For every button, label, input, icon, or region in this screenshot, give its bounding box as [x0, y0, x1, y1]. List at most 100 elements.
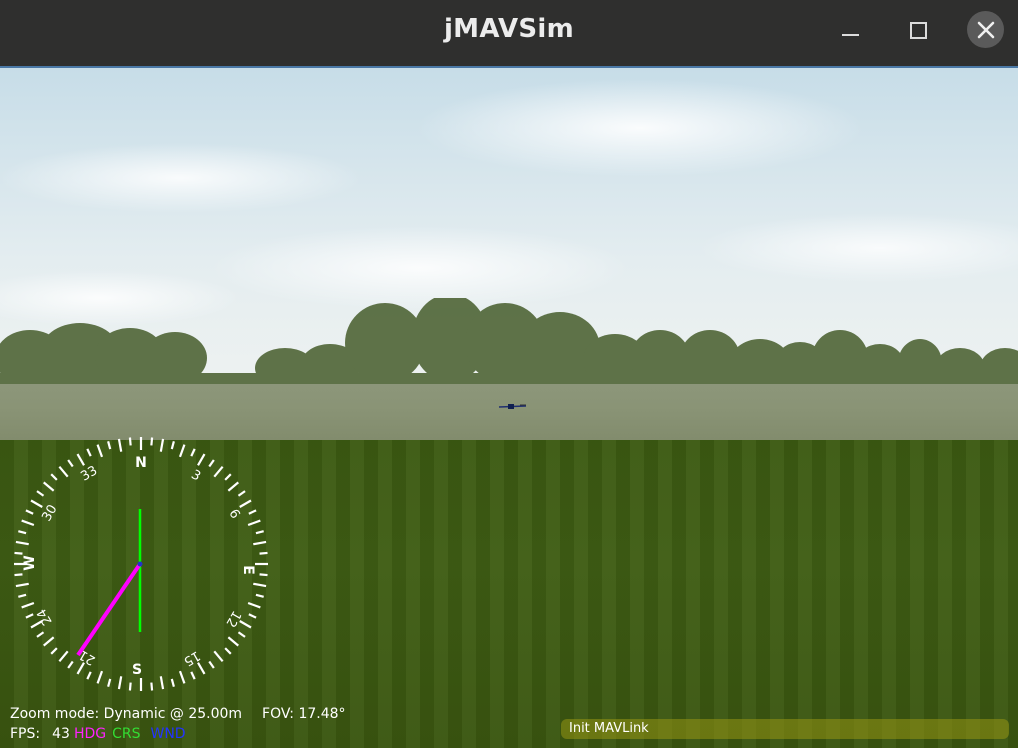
compass-tick [259, 573, 268, 577]
fov-text: FOV: 17.48° [262, 706, 346, 722]
compass-tick [150, 437, 154, 446]
compass-tick [227, 481, 239, 492]
compass-tick [96, 444, 104, 458]
compass-tick [50, 647, 58, 655]
compass: N E S W 3 6 12 15 21 24 30 33 [14, 437, 268, 691]
compass-12: 12 [222, 608, 243, 630]
tree-line [0, 298, 1018, 388]
compass-tick [170, 678, 175, 687]
heading-needle [76, 562, 142, 657]
zoom-mode-text: Zoom mode: Dynamic @ 25.00m [10, 706, 243, 722]
crs-legend: CRS [112, 726, 141, 742]
compass-tick [117, 438, 123, 452]
compass-tick [117, 676, 123, 690]
hud-zoom-line: Zoom mode: Dynamic @ 25.00m FOV: 17.48° [10, 706, 346, 722]
hud-fps-line: FPS: 43 HDG CRS WND [10, 726, 186, 742]
compass-tick [25, 613, 34, 619]
compass-tick [86, 671, 92, 680]
compass-tick [18, 530, 27, 535]
compass-tick [150, 682, 154, 691]
compass-tick [213, 466, 224, 478]
compass-tick [128, 682, 132, 691]
compass-tick [255, 530, 264, 535]
hdg-legend: HDG [73, 726, 107, 742]
compass-tick [43, 636, 55, 647]
compass-tick [21, 601, 35, 609]
compass-tick [14, 573, 23, 577]
status-message: Init MAVLink [561, 719, 1009, 739]
compass-30: 30 [39, 502, 60, 524]
compass-tick [159, 438, 165, 452]
compass-n: N [135, 455, 147, 471]
compass-tick [253, 582, 267, 588]
compass-tick [107, 678, 112, 687]
compass-3: 3 [188, 467, 203, 484]
compass-tick [43, 481, 55, 492]
compass-tick [253, 540, 267, 546]
compass-tick [237, 631, 246, 638]
compass-tick [76, 662, 85, 675]
far-field [0, 384, 1018, 440]
close-icon [977, 21, 994, 38]
compass-tick [67, 459, 74, 468]
fps-label: FPS: [10, 726, 41, 742]
compass-tick [197, 662, 206, 675]
compass-tick [36, 490, 45, 497]
compass-tick [255, 593, 264, 598]
compass-tick [190, 448, 196, 457]
compass-tick [224, 473, 232, 481]
compass-w: W [22, 555, 38, 570]
compass-tick [237, 490, 246, 497]
compass-s: S [132, 662, 142, 678]
compass-tick [58, 650, 69, 662]
compass-tick [248, 509, 257, 515]
compass-tick [247, 519, 261, 527]
compass-tick [224, 647, 232, 655]
compass-tick [247, 601, 261, 609]
compass-tick [76, 453, 85, 466]
compass-tick [96, 670, 104, 684]
compass-tick [50, 473, 58, 481]
fps-value: 43 [52, 726, 70, 742]
drone-model [498, 404, 527, 409]
compass-tick [159, 676, 165, 690]
compass-tick [15, 582, 29, 588]
compass-e: E [240, 565, 256, 575]
compass-tick [239, 499, 252, 508]
maximize-icon [909, 21, 927, 39]
compass-tick [58, 466, 69, 478]
close-button[interactable] [967, 11, 1004, 48]
maximize-button[interactable] [900, 12, 936, 48]
compass-tick [25, 509, 34, 515]
compass-tick [170, 441, 175, 450]
compass-center [137, 561, 143, 567]
compass-6: 6 [225, 507, 242, 522]
compass-tick [128, 437, 132, 446]
compass-tick [178, 670, 186, 684]
compass-tick [15, 540, 29, 546]
compass-tick [213, 650, 224, 662]
simulation-viewport[interactable]: N E S W 3 6 12 15 21 24 30 33 Zoom mode:… [0, 68, 1018, 748]
compass-tick [18, 593, 27, 598]
compass-tick [197, 453, 206, 466]
compass-tick [14, 551, 23, 555]
compass-tick [21, 519, 35, 527]
compass-tick [107, 441, 112, 450]
compass-tick [259, 551, 268, 555]
title-bar: jMAVSim [0, 0, 1018, 68]
compass-tick [208, 660, 215, 669]
compass-tick [36, 631, 45, 638]
minimize-icon [841, 34, 859, 36]
compass-tick [248, 613, 257, 619]
compass-tick [208, 459, 215, 468]
compass-tick [178, 444, 186, 458]
compass-33: 33 [78, 463, 100, 484]
compass-tick [227, 636, 239, 647]
compass-tick [239, 620, 252, 629]
compass-tick [30, 499, 43, 508]
wnd-legend: WND [150, 726, 186, 742]
minimize-button[interactable] [832, 12, 868, 48]
compass-tick [86, 448, 92, 457]
compass-tick [190, 671, 196, 680]
compass-tick [67, 660, 74, 669]
